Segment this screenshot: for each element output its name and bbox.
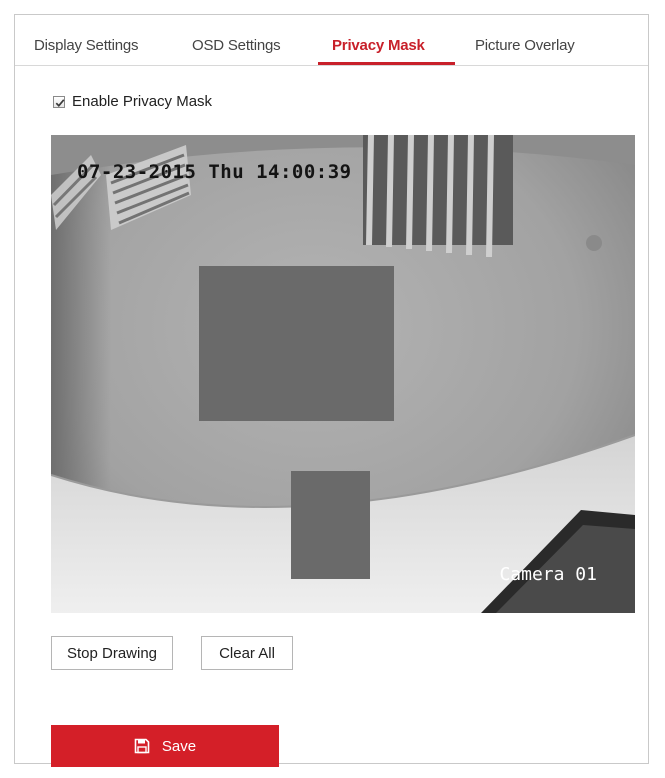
privacy-mask-area[interactable] — [199, 266, 394, 421]
tab-privacy-mask[interactable]: Privacy Mask — [332, 37, 425, 54]
checkmark-icon — [55, 98, 65, 107]
floppy-disk-icon — [134, 738, 150, 754]
settings-tabs: Display Settings OSD Settings Privacy Ma… — [15, 15, 648, 66]
tab-picture-overlay[interactable]: Picture Overlay — [475, 37, 575, 54]
tab-osd-settings[interactable]: OSD Settings — [192, 37, 281, 54]
privacy-mask-panel: Display Settings OSD Settings Privacy Ma… — [14, 14, 649, 767]
stop-drawing-button[interactable]: Stop Drawing — [51, 636, 173, 670]
tab-display-settings[interactable]: Display Settings — [34, 37, 139, 54]
save-button[interactable]: Save — [51, 725, 279, 767]
enable-privacy-mask-row[interactable]: Enable Privacy Mask — [53, 93, 212, 110]
active-tab-indicator — [318, 62, 455, 65]
clear-all-button[interactable]: Clear All — [201, 636, 293, 670]
enable-privacy-mask-label: Enable Privacy Mask — [72, 93, 213, 110]
osd-camera-name: Camera 01 — [499, 564, 597, 585]
privacy-mask-area[interactable] — [291, 471, 370, 579]
enable-privacy-mask-checkbox[interactable] — [53, 95, 65, 108]
save-button-label: Save — [161, 737, 197, 755]
live-video-preview[interactable]: 07-23-2015 Thu 14:00:39 Camera 01 — [51, 135, 635, 613]
osd-timestamp: 07-23-2015 Thu 14:00:39 — [77, 161, 352, 183]
